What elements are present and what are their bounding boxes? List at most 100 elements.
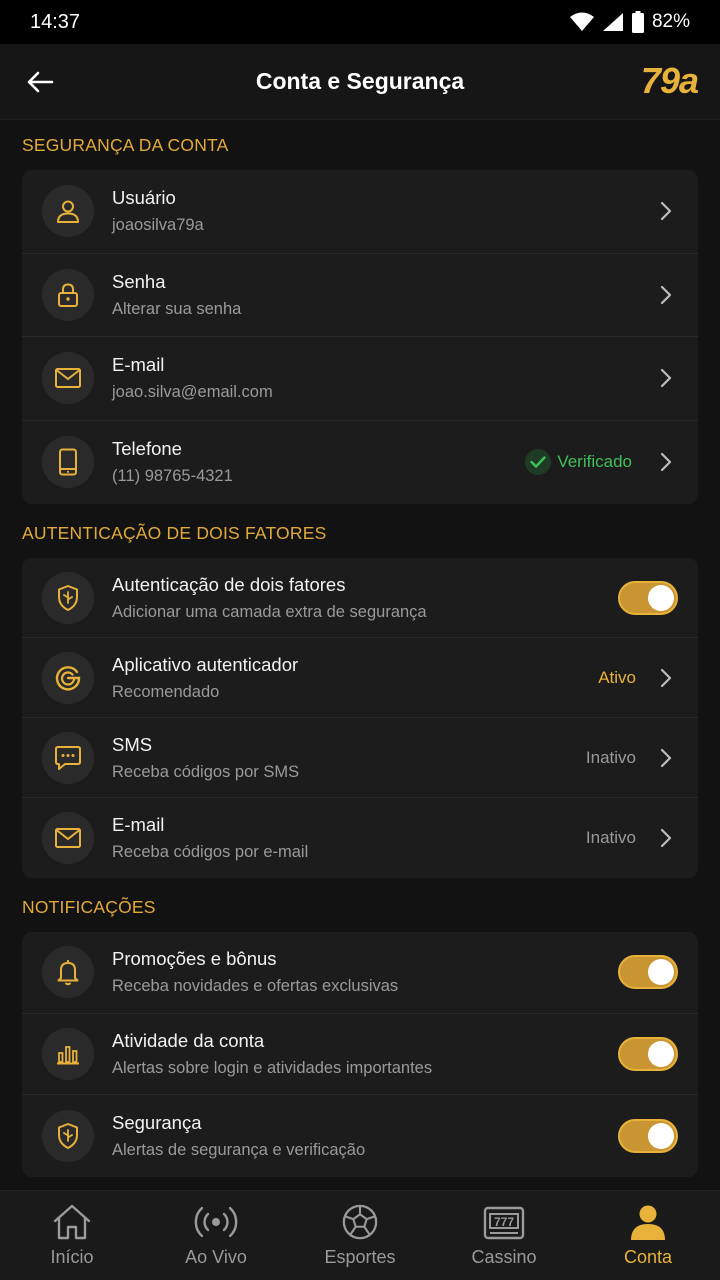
brand-logo: 79a xyxy=(640,60,699,101)
battery-icon xyxy=(631,11,644,33)
user-icon-wrap xyxy=(42,185,94,238)
status-icons: 82% xyxy=(569,11,690,33)
nav-item-sports[interactable]: Esportes xyxy=(290,1203,430,1268)
row-subtitle: Alertas sobre login e atividades importa… xyxy=(112,1058,433,1077)
battery-percent: 82% xyxy=(651,11,690,32)
google-authenticator-icon xyxy=(55,665,81,690)
email-2fa-texts: E-mail Receba códigos por e-mail xyxy=(112,814,586,862)
chevron-right-icon xyxy=(654,826,678,850)
user-row[interactable]: Usuário joaosilva79a xyxy=(22,170,698,254)
slot-machine-icon: 777 xyxy=(483,1206,525,1240)
authenticator-texts: Aplicativo autenticador Recomendado xyxy=(112,654,598,702)
section-title-account-security: SEGURANÇA DA CONTA xyxy=(22,134,229,155)
chevron-right-icon xyxy=(654,666,678,690)
nav-item-account[interactable]: Conta xyxy=(578,1203,718,1268)
status-inactive: Inativo xyxy=(585,828,636,847)
row-title: Promoções e bônus xyxy=(112,948,277,970)
account-activity-texts: Atividade da conta Alertas sobre login e… xyxy=(112,1030,618,1078)
chevron-right-icon xyxy=(654,366,678,390)
row-title: Telefone xyxy=(112,438,182,460)
security-alerts-row: Segurança Alertas de segurança e verific… xyxy=(22,1095,698,1177)
live-icon xyxy=(194,1206,238,1238)
security-alerts-texts: Segurança Alertas de segurança e verific… xyxy=(112,1112,618,1160)
status-inactive: Inativo xyxy=(585,747,636,767)
row-title: Atividade da conta xyxy=(112,1029,265,1051)
email-2fa-row[interactable]: E-mail Receba códigos por e-mail Inativo xyxy=(22,798,698,878)
authenticator-app-row[interactable]: Aplicativo autenticador Recomendado Ativ… xyxy=(22,638,698,718)
status-time: 14:37 xyxy=(30,10,81,33)
row-subtitle: Alertas de segurança e verificação xyxy=(112,1140,366,1159)
chevron-right-icon xyxy=(654,450,678,474)
security-alerts-toggle[interactable] xyxy=(618,1118,678,1153)
account-activity-row: Atividade da conta Alertas sobre login e… xyxy=(22,1014,698,1095)
user-icon xyxy=(57,200,79,224)
password-row[interactable]: Senha Alterar sua senha xyxy=(22,254,698,337)
account-security-card: Usuário joaosilva79a Senha Alterar sua s… xyxy=(22,170,698,504)
email-row[interactable]: E-mail joao.silva@email.com xyxy=(22,337,698,421)
signal-icon xyxy=(602,13,623,31)
shield-icon xyxy=(58,1122,78,1149)
app-header: Conta e Segurança 79a xyxy=(0,44,720,120)
user-icon xyxy=(631,1205,665,1240)
envelope-icon xyxy=(55,828,81,848)
nav-item-live[interactable]: Ao Vivo xyxy=(146,1203,286,1268)
row-subtitle: joao.silva@email.com xyxy=(112,383,273,402)
nav-label: Início xyxy=(50,1247,94,1267)
nav-label: Conta xyxy=(623,1247,673,1267)
home-icon xyxy=(53,1204,91,1240)
row-subtitle: Recomendado xyxy=(112,682,220,701)
promotions-texts: Promoções e bônus Receba novidades e ofe… xyxy=(112,948,618,996)
email-texts: E-mail joao.silva@email.com xyxy=(112,354,640,402)
envelope-icon-wrap xyxy=(42,812,94,864)
user-texts: Usuário joaosilva79a xyxy=(112,187,640,235)
section-title-notifications: NOTIFICAÇÕES xyxy=(22,896,156,917)
toggle-knob xyxy=(648,1040,674,1067)
row-title: Aplicativo autenticador xyxy=(112,653,299,675)
toggle-knob xyxy=(648,1122,674,1149)
status-active: Ativo xyxy=(598,667,636,687)
toggle-knob xyxy=(648,584,674,611)
bell-icon-wrap xyxy=(42,946,94,999)
phone-icon-wrap xyxy=(42,436,94,489)
check-icon xyxy=(525,449,552,476)
password-texts: Senha Alterar sua senha xyxy=(112,271,640,319)
sms-row[interactable]: SMS Receba códigos por SMS Inativo xyxy=(22,718,698,798)
row-title: Segurança xyxy=(112,1111,202,1133)
phone-row[interactable]: Telefone (11) 98765-4321 Verificado xyxy=(22,421,698,505)
bar-chart-icon-wrap xyxy=(42,1027,94,1080)
nav-item-home[interactable]: Início xyxy=(2,1203,142,1268)
nav-label: Ao Vivo xyxy=(185,1247,247,1267)
phone-icon xyxy=(59,448,77,476)
lock-icon xyxy=(58,283,78,307)
row-subtitle: Receba códigos por SMS xyxy=(112,762,300,781)
row-title: E-mail xyxy=(112,354,165,376)
lock-icon-wrap xyxy=(42,268,94,321)
arrow-left-icon xyxy=(27,71,54,93)
chevron-right-icon xyxy=(654,746,678,770)
toggle-knob xyxy=(648,959,674,986)
row-subtitle: Receba códigos por e-mail xyxy=(112,843,309,861)
row-subtitle: joaosilva79a xyxy=(112,216,204,235)
row-title: E-mail xyxy=(112,814,165,835)
chevron-right-icon xyxy=(654,199,678,223)
section-title-two-factor: AUTENTICAÇÃO DE DOIS FATORES xyxy=(22,522,327,543)
envelope-icon-wrap xyxy=(42,352,94,405)
wifi-icon xyxy=(569,12,594,31)
bottom-nav: Início Ao Vivo Esportes 777 Cassino Cont… xyxy=(0,1190,720,1280)
envelope-icon xyxy=(55,368,81,389)
sms-icon-wrap xyxy=(42,731,94,784)
chevron-right-icon xyxy=(654,283,678,307)
two-factor-toggle[interactable] xyxy=(618,580,678,615)
status-bar: 14:37 82% xyxy=(0,0,720,44)
row-subtitle: (11) 98765-4321 xyxy=(112,467,233,486)
row-title: Usuário xyxy=(112,187,176,209)
bar-chart-icon xyxy=(57,1045,79,1065)
account-activity-toggle[interactable] xyxy=(618,1036,678,1071)
promotions-row: Promoções e bônus Receba novidades e ofe… xyxy=(22,932,698,1014)
promotions-toggle[interactable] xyxy=(618,955,678,990)
back-button[interactable] xyxy=(24,66,56,98)
phone-texts: Telefone (11) 98765-4321 xyxy=(112,438,525,486)
soccer-ball-icon xyxy=(342,1204,378,1240)
two-factor-card: Autenticação de dois fatores Adicionar u… xyxy=(22,558,698,878)
nav-item-casino[interactable]: 777 Cassino xyxy=(434,1203,574,1268)
